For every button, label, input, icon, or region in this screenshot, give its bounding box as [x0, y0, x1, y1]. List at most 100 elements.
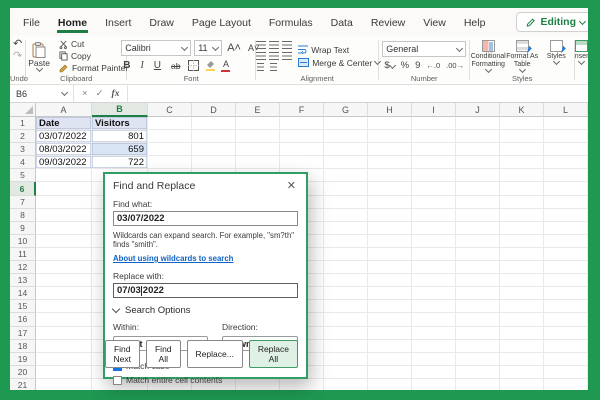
cancel-icon[interactable]: × — [82, 88, 88, 99]
cell-h4[interactable] — [368, 156, 412, 169]
cell-j21[interactable] — [456, 379, 500, 390]
editing-mode-button[interactable]: Editing — [516, 12, 588, 32]
cell-d2[interactable] — [192, 130, 236, 143]
number-format-select[interactable]: General — [382, 41, 466, 57]
cell-h13[interactable] — [368, 274, 412, 287]
cell-k3[interactable] — [500, 143, 544, 156]
insert-function-icon[interactable]: fx — [112, 89, 120, 99]
cell-j8[interactable] — [456, 209, 500, 222]
cell-k14[interactable] — [500, 287, 544, 300]
cell-l21[interactable] — [544, 379, 588, 390]
row-header-12[interactable]: 12 — [10, 261, 36, 274]
cell-i6[interactable] — [412, 182, 456, 195]
cell-g20[interactable] — [324, 366, 368, 379]
cell-b4[interactable]: 722 — [92, 156, 148, 169]
cell-j18[interactable] — [456, 340, 500, 353]
cell-k1[interactable] — [500, 117, 544, 130]
menu-tab-file[interactable]: File — [14, 9, 49, 36]
cell-c4[interactable] — [148, 156, 192, 169]
cell-h10[interactable] — [368, 235, 412, 248]
cell-h12[interactable] — [368, 261, 412, 274]
cell-j12[interactable] — [456, 261, 500, 274]
row-header-9[interactable]: 9 — [10, 222, 36, 235]
cell-j13[interactable] — [456, 274, 500, 287]
column-header-b[interactable]: B — [92, 103, 148, 117]
cell-l13[interactable] — [544, 274, 588, 287]
cell-a18[interactable] — [36, 340, 92, 353]
replace-all-button[interactable]: Replace All — [249, 340, 298, 368]
cell-j6[interactable] — [456, 182, 500, 195]
cell-h2[interactable] — [368, 130, 412, 143]
cell-k15[interactable] — [500, 300, 544, 313]
cell-f2[interactable] — [280, 130, 324, 143]
cell-l5[interactable] — [544, 169, 588, 182]
cell-g18[interactable] — [324, 340, 368, 353]
replace-button[interactable]: Replace... — [187, 340, 243, 368]
align-right-icon[interactable] — [282, 52, 292, 60]
cell-c2[interactable] — [148, 130, 192, 143]
match-entire-checkbox[interactable] — [113, 376, 122, 385]
cell-e4[interactable] — [236, 156, 280, 169]
cell-l9[interactable] — [544, 222, 588, 235]
cell-i19[interactable] — [412, 353, 456, 366]
cell-a8[interactable] — [36, 209, 92, 222]
undo-icon[interactable]: ↶ — [13, 39, 22, 50]
cell-i10[interactable] — [412, 235, 456, 248]
cell-i9[interactable] — [412, 222, 456, 235]
cell-l2[interactable] — [544, 130, 588, 143]
row-header-19[interactable]: 19 — [10, 353, 36, 366]
cell-i18[interactable] — [412, 340, 456, 353]
find-all-button[interactable]: Find All — [146, 340, 181, 368]
cell-a12[interactable] — [36, 261, 92, 274]
row-header-3[interactable]: 3 — [10, 143, 36, 156]
cell-a17[interactable] — [36, 327, 92, 340]
cell-l8[interactable] — [544, 209, 588, 222]
cell-h21[interactable] — [368, 379, 412, 390]
cell-e2[interactable] — [236, 130, 280, 143]
cell-j5[interactable] — [456, 169, 500, 182]
cell-g21[interactable] — [324, 379, 368, 390]
search-options-toggle[interactable]: Search Options — [113, 305, 298, 316]
cell-j7[interactable] — [456, 196, 500, 209]
row-header-5[interactable]: 5 — [10, 169, 36, 182]
row-header-7[interactable]: 7 — [10, 196, 36, 209]
cell-b1[interactable]: Visitors — [92, 117, 148, 130]
cell-k10[interactable] — [500, 235, 544, 248]
column-header-e[interactable]: E — [236, 103, 280, 117]
cell-e1[interactable] — [236, 117, 280, 130]
cell-k11[interactable] — [500, 248, 544, 261]
cell-g6[interactable] — [324, 182, 368, 195]
fill-color-button[interactable] — [205, 60, 215, 71]
cell-i4[interactable] — [412, 156, 456, 169]
row-header-17[interactable]: 17 — [10, 327, 36, 340]
cell-l4[interactable] — [544, 156, 588, 169]
cell-g19[interactable] — [324, 353, 368, 366]
cell-i11[interactable] — [412, 248, 456, 261]
cell-a14[interactable] — [36, 287, 92, 300]
cell-j20[interactable] — [456, 366, 500, 379]
menu-tab-formulas[interactable]: Formulas — [260, 9, 322, 36]
cell-h5[interactable] — [368, 169, 412, 182]
cell-i8[interactable] — [412, 209, 456, 222]
cell-h11[interactable] — [368, 248, 412, 261]
cell-h19[interactable] — [368, 353, 412, 366]
wrap-text-button[interactable]: Wrap Text — [298, 45, 380, 55]
column-header-i[interactable]: I — [412, 103, 456, 117]
align-center-icon[interactable] — [269, 52, 279, 60]
cell-h1[interactable] — [368, 117, 412, 130]
paste-button[interactable]: Paste — [24, 42, 54, 71]
cell-k21[interactable] — [500, 379, 544, 390]
cell-h14[interactable] — [368, 287, 412, 300]
row-header-6[interactable]: 6 — [10, 182, 36, 195]
cell-a21[interactable] — [36, 379, 92, 390]
cell-j15[interactable] — [456, 300, 500, 313]
increase-indent-icon[interactable] — [270, 63, 277, 71]
find-next-button[interactable]: Find Next — [105, 340, 140, 368]
format-painter-button[interactable]: Format Painter — [59, 63, 128, 73]
cell-a20[interactable] — [36, 366, 92, 379]
cell-l6[interactable] — [544, 182, 588, 195]
cell-a10[interactable] — [36, 235, 92, 248]
cell-i1[interactable] — [412, 117, 456, 130]
cell-e3[interactable] — [236, 143, 280, 156]
cell-l11[interactable] — [544, 248, 588, 261]
